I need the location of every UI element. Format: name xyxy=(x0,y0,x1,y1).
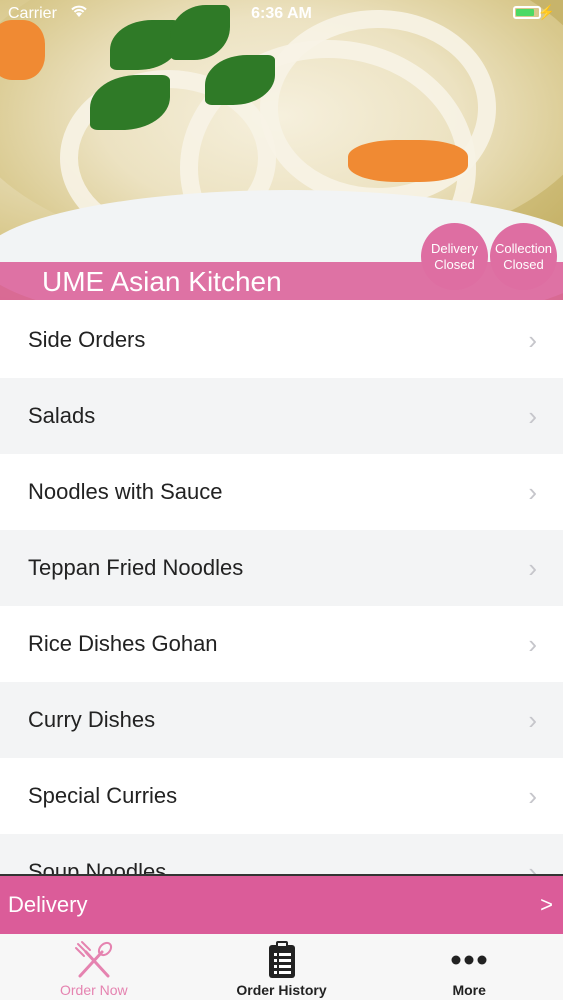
menu-item-label: Curry Dishes xyxy=(28,707,156,732)
delivery-status-label: Delivery xyxy=(431,240,478,256)
tab-more[interactable]: More xyxy=(375,934,563,1000)
chevron-right-icon: › xyxy=(528,704,537,735)
tab-label: Order History xyxy=(236,982,327,998)
restaurant-name: UME Asian Kitchen xyxy=(42,266,282,297)
tab-label: Order Now xyxy=(59,982,128,998)
tab-label: More xyxy=(452,982,486,998)
menu-item-label: Teppan Fried Noodles xyxy=(28,555,244,580)
carrot-slice xyxy=(348,140,468,182)
collection-status-label: Collection xyxy=(494,240,553,256)
tab-order-now[interactable]: Order Now xyxy=(0,934,188,1000)
tab-bar: Order Now Order History More xyxy=(0,934,563,1000)
menu-item-label: Side Orders xyxy=(28,327,146,352)
chevron-right-icon: › xyxy=(528,552,537,583)
delivery-status-badge: Delivery Closed xyxy=(421,223,488,290)
chevron-right-icon: › xyxy=(528,780,537,811)
chevron-right-icon: › xyxy=(528,324,537,355)
menu-item-label: Special Curries xyxy=(28,783,178,808)
menu-item-rice-dishes-gohan[interactable]: Rice Dishes Gohan › xyxy=(0,606,563,682)
collection-status-value: Closed xyxy=(503,256,544,272)
menu-item-label: Soup Noodles xyxy=(28,859,167,874)
clipboard-icon xyxy=(268,941,295,978)
chevron-right-icon: › xyxy=(528,856,537,875)
menu-item-soup-noodles[interactable]: Soup Noodles › xyxy=(0,834,563,874)
fork-knife-icon xyxy=(74,941,112,978)
menu-item-label: Rice Dishes Gohan xyxy=(28,631,218,656)
menu-item-label: Noodles with Sauce xyxy=(28,479,223,504)
tab-order-history[interactable]: Order History xyxy=(188,934,376,1000)
order-type-bar[interactable]: Delivery > xyxy=(0,874,563,934)
status-bar: Carrier 6:36 AM ⚡ xyxy=(0,0,563,28)
clock: 6:36 AM xyxy=(251,5,312,22)
chevron-right-icon: › xyxy=(528,400,537,431)
chevron-right-icon: › xyxy=(528,476,537,507)
menu-item-label: Salads xyxy=(28,403,96,428)
more-dots-icon xyxy=(451,955,487,965)
chevron-right-icon: > xyxy=(540,892,553,917)
menu-item-salads[interactable]: Salads › xyxy=(0,378,563,454)
charging-bolt-icon: ⚡ xyxy=(537,4,555,20)
menu-item-side-orders[interactable]: Side Orders › xyxy=(0,302,563,378)
menu-item-curry-dishes[interactable]: Curry Dishes › xyxy=(0,682,563,758)
menu-category-list[interactable]: Side Orders › Salads › Noodles with Sauc… xyxy=(0,302,563,874)
chevron-right-icon: › xyxy=(528,628,537,659)
order-type-label: Delivery xyxy=(8,892,88,917)
menu-item-noodles-with-sauce[interactable]: Noodles with Sauce › xyxy=(0,454,563,530)
collection-status-badge: Collection Closed xyxy=(490,223,557,290)
menu-item-special-curries[interactable]: Special Curries › xyxy=(0,758,563,834)
carrot-slice xyxy=(0,20,45,80)
delivery-status-value: Closed xyxy=(434,256,475,272)
menu-item-teppan-fried-noodles[interactable]: Teppan Fried Noodles › xyxy=(0,530,563,606)
